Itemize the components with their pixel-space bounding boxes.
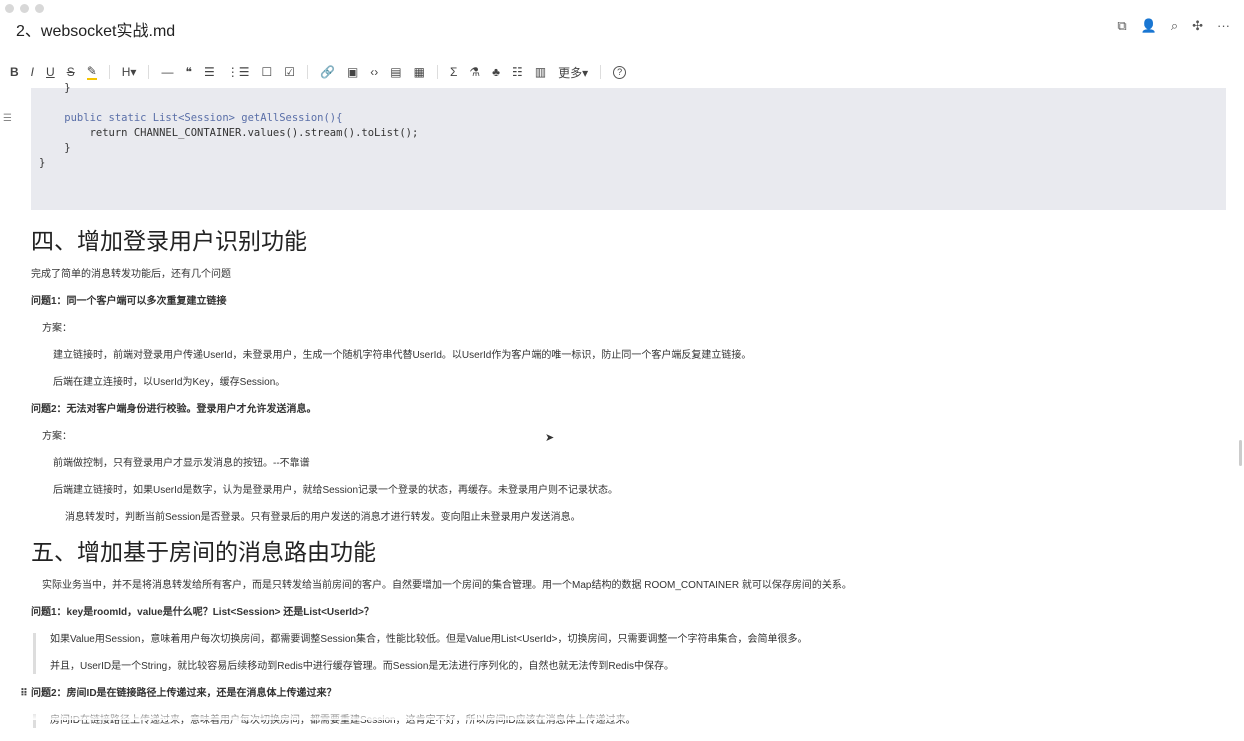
code-block[interactable]: } public static List<Session> getAllSess…	[31, 82, 1226, 210]
ordered-list-button[interactable]: ⋮☰	[227, 65, 250, 79]
bold-button[interactable]: B	[10, 65, 19, 79]
diagram-button[interactable]: ♣	[492, 65, 500, 79]
paragraph: 后端在建立连接时，以UserId为Key，缓存Session。	[53, 377, 286, 388]
question-heading: 问题1：同一个客户端可以多次重复建立链接	[31, 296, 227, 307]
code-line: return CHANNEL_CONTAINER.values().stream…	[39, 127, 419, 139]
more-icon[interactable]: ···	[1217, 18, 1230, 34]
heading-button[interactable]: H▾	[122, 65, 137, 79]
share-user-icon[interactable]: 👤	[1141, 18, 1157, 34]
drag-handle-icon[interactable]: ⠿	[20, 687, 28, 701]
window-title: 2、websocket实战.md	[16, 23, 176, 40]
chart-button[interactable]: ⚗	[469, 65, 480, 79]
top-actions: ⧉ 👤 ⌕ ✣ ···	[1117, 18, 1230, 34]
minimize-button[interactable]	[20, 4, 29, 13]
section-heading: 五、增加基于房间的消息路由功能	[31, 539, 376, 565]
paragraph: 方案：	[42, 323, 72, 334]
outline-toggle-icon[interactable]: ☰	[3, 113, 12, 124]
code-line: }	[39, 157, 46, 169]
close-button[interactable]	[5, 4, 14, 13]
question-text: 问题2：房间ID是在链接路径上传递过来，还是在消息体上传递过来？	[31, 688, 337, 699]
question-heading: 问题2：无法对客户端身份进行校验。登录用户才允许发送消息。	[31, 404, 317, 415]
source-mode-icon[interactable]: ⧉	[1117, 18, 1126, 34]
note-button[interactable]: ▥	[535, 65, 546, 79]
paragraph: 方案：	[42, 431, 72, 442]
quote-button[interactable]: ❝	[185, 65, 191, 79]
scrollbar[interactable]	[1239, 440, 1242, 466]
paragraph: 如果Value用Session，意味着用户每次切换房间，都需要调整Session…	[50, 634, 808, 645]
mindmap-icon[interactable]: ✣	[1192, 18, 1203, 34]
table-button[interactable]: ▦	[414, 65, 425, 79]
underline-button[interactable]: U	[46, 65, 55, 79]
checkbox-button[interactable]: ☐	[261, 65, 272, 79]
strikethrough-button[interactable]: S	[67, 65, 75, 79]
italic-button[interactable]: I	[31, 65, 34, 79]
task-list-button[interactable]: ☑	[284, 65, 295, 79]
code-line: }	[39, 142, 71, 154]
link-button[interactable]: 🔗	[320, 65, 335, 79]
paragraph: 实际业务当中，并不是将消息转发给所有客户，而是只转发给当前房间的客户。自然要增加…	[42, 580, 852, 591]
window-controls[interactable]	[5, 4, 44, 13]
blockquote: 房间ID在链接路径上传递过来，意味着用户每次切换房间，都需要重建Session，…	[33, 714, 1226, 728]
toc-button[interactable]: ☷	[512, 65, 523, 79]
more-menu-button[interactable]: 更多▾	[558, 64, 588, 81]
inline-code-button[interactable]: ‹›	[370, 65, 378, 79]
formula-button[interactable]: Σ	[450, 65, 457, 79]
paragraph: 前端做控制，只有登录用户才显示发消息的按钮。--不靠谱	[53, 458, 310, 469]
paragraph: 建立链接时，前端对登录用户传递UserId，未登录用户，生成一个随机字符串代替U…	[53, 350, 752, 361]
highlight-button[interactable]: ✎	[86, 64, 97, 80]
paragraph: 消息转发时，判断当前Session是否登录。只有登录后的用户发送的消息才进行转发…	[65, 512, 581, 523]
hr-button[interactable]: —	[161, 65, 173, 79]
paragraph: 并且，UserID是一个String，就比较容易后续移动到Redis中进行缓存管…	[50, 661, 674, 672]
mouse-cursor-icon: ➤	[545, 432, 555, 444]
zoom-button[interactable]	[35, 4, 44, 13]
help-button[interactable]: ?	[613, 65, 627, 79]
bullet-list-button[interactable]: ☰	[204, 65, 215, 79]
image-button[interactable]: ▣	[347, 65, 358, 79]
code-line: public static List<Session> getAllSessio…	[39, 112, 343, 124]
section-room-routing: 五、增加基于房间的消息路由功能 实际业务当中，并不是将消息转发给所有客户，而是只…	[20, 537, 1226, 741]
document-content: } public static List<Session> getAllSess…	[31, 82, 1226, 538]
question-heading: ⠿ 问题2：房间ID是在链接路径上传递过来，还是在消息体上传递过来？	[20, 687, 1226, 701]
code-block-button[interactable]: ▤	[390, 65, 401, 79]
section-heading: 四、增加登录用户识别功能	[31, 228, 307, 254]
blockquote: 如果Value用Session，意味着用户每次切换房间，都需要调整Session…	[33, 633, 1226, 674]
search-outline-icon[interactable]: ⌕	[1171, 18, 1178, 34]
paragraph: 完成了简单的消息转发功能后，还有几个问题	[31, 269, 231, 280]
question-heading: 问题1：key是roomId，value是什么呢？List<Session> 还…	[31, 607, 374, 618]
paragraph: 房间ID在链接路径上传递过来，意味着用户每次切换房间，都需要重建Session，…	[50, 715, 636, 726]
code-line: }	[39, 82, 71, 94]
paragraph: 后端建立链接时，如果UserId是数字，认为是登录用户，就给Session记录一…	[53, 485, 619, 496]
